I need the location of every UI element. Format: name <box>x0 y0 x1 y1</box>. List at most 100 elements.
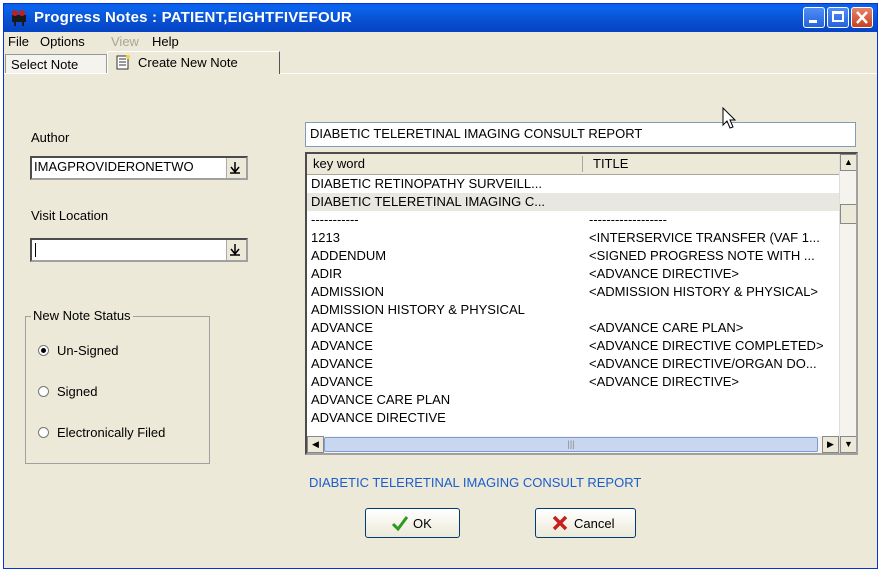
list-item[interactable]: DIABETIC TELERETINAL IMAGING C... <box>307 193 839 211</box>
minimize-icon <box>809 20 817 23</box>
scroll-down-button[interactable]: ▼ <box>840 436 856 453</box>
cancel-button-label: Cancel <box>574 516 615 531</box>
tab-strip: Select Note Create New Note <box>4 51 877 74</box>
cancel-button[interactable]: Cancel <box>535 508 636 538</box>
list-item[interactable]: ADVANCE <ADVANCE CARE PLAN> <box>307 319 839 337</box>
menu-view[interactable]: View <box>111 34 139 49</box>
scroll-right-button[interactable]: ▶ <box>822 436 839 453</box>
down-arrow-icon <box>230 162 240 174</box>
film-camera-icon <box>12 10 26 26</box>
selected-title-label: DIABETIC TELERETINAL IMAGING CONSULT REP… <box>309 475 642 490</box>
notepad-icon <box>116 55 130 70</box>
radio-indicator <box>38 345 49 356</box>
scroll-up-button[interactable]: ▲ <box>840 154 856 171</box>
title-search-input[interactable]: DIABETIC TELERETINAL IMAGING CONSULT REP… <box>305 122 856 147</box>
list-item[interactable]: ADMISSION HISTORY & PHYSICAL <box>307 301 839 319</box>
tab-select-note[interactable]: Select Note <box>5 54 107 73</box>
down-arrow-icon <box>230 244 240 256</box>
list-item-title: <ADMISSION HISTORY & PHYSICAL> <box>589 284 819 299</box>
list-item-keyword: ADVANCE DIRECTIVE <box>311 410 446 425</box>
list-item[interactable]: ADVANCE DIRECTIVE <box>307 409 839 427</box>
create-note-panel: Author IMAGPROVIDERONETWO Visit Location… <box>4 73 877 568</box>
author-combo[interactable]: IMAGPROVIDERONETWO <box>30 156 248 180</box>
menu-file[interactable]: File <box>8 34 29 49</box>
radio-label: Signed <box>57 384 98 399</box>
menu-options[interactable]: Options <box>40 34 85 49</box>
list-item-title: <ADVANCE DIRECTIVE> <box>589 266 740 281</box>
list-item-keyword: ADVANCE CARE PLAN <box>311 392 451 407</box>
close-icon <box>856 11 868 24</box>
horizontal-scrollbar[interactable]: ◀ ||| ▶ <box>307 436 839 453</box>
text-cursor <box>35 243 36 257</box>
list-item-keyword: ADMISSION <box>311 284 384 299</box>
window-title: Progress Notes : PATIENT,EIGHTFIVEFOUR <box>34 9 352 26</box>
radio-indicator <box>38 386 49 397</box>
visit-location-label: Visit Location <box>31 208 109 223</box>
list-item-keyword: DIABETIC RETINOPATHY SURVEILL... <box>311 176 542 191</box>
author-value: IMAGPROVIDERONETWO <box>34 159 194 174</box>
list-item-keyword: DIABETIC TELERETINAL IMAGING C... <box>311 194 546 209</box>
list-rows: DIABETIC RETINOPATHY SURVEILL... DIABETIC… <box>307 175 839 427</box>
list-item-title: <SIGNED PROGRESS NOTE WITH ... <box>589 248 815 263</box>
list-item-title: <ADVANCE DIRECTIVE> <box>589 374 740 389</box>
list-item[interactable]: ADVANCE CARE PLAN <box>307 391 839 409</box>
minimize-button[interactable] <box>803 7 825 28</box>
list-item[interactable]: 1213 <INTERSERVICE TRANSFER (VAF 1... <box>307 229 839 247</box>
scroll-left-button[interactable]: ◀ <box>307 436 324 453</box>
column-header-keyword[interactable]: key word <box>313 156 365 171</box>
mouse-pointer-icon <box>722 107 737 129</box>
list-item[interactable]: ADMISSION <ADMISSION HISTORY & PHYSICAL> <box>307 283 839 301</box>
list-header: key word TITLE <box>307 154 839 175</box>
author-dropdown-button[interactable] <box>226 158 246 178</box>
maximize-icon <box>832 11 844 22</box>
list-item[interactable]: ADDENDUM <SIGNED PROGRESS NOTE WITH ... <box>307 247 839 265</box>
horizontal-scroll-thumb[interactable]: ||| <box>324 437 818 452</box>
new-note-status-group: New Note Status Un-Signed Signed Electro… <box>25 308 210 464</box>
list-item-keyword: ADVANCE <box>311 356 373 371</box>
list-item[interactable]: ----------- ------------------ <box>307 211 839 229</box>
tab-create-new-note-label: Create New Note <box>138 55 238 70</box>
radio-un-signed[interactable]: Un-Signed <box>38 343 118 358</box>
new-note-status-legend: New Note Status <box>31 308 133 323</box>
list-item-keyword: ADVANCE <box>311 338 373 353</box>
column-divider[interactable] <box>582 156 583 172</box>
close-button[interactable] <box>851 7 873 28</box>
list-item-keyword: ADVANCE <box>311 374 373 389</box>
radio-label: Un-Signed <box>57 343 119 358</box>
ok-button-label: OK <box>413 516 432 531</box>
visit-location-combo[interactable] <box>30 238 248 262</box>
radio-indicator <box>38 427 49 438</box>
list-item[interactable]: ADIR <ADVANCE DIRECTIVE> <box>307 265 839 283</box>
radio-label: Electronically Filed <box>57 425 166 440</box>
list-item-keyword: ADVANCE <box>311 320 373 335</box>
list-item-title: <ADVANCE DIRECTIVE COMPLETED> <box>589 338 824 353</box>
list-item-keyword: ADIR <box>311 266 343 281</box>
list-item-title: ------------------ <box>589 212 667 227</box>
list-item[interactable]: ADVANCE <ADVANCE DIRECTIVE COMPLETED> <box>307 337 839 355</box>
ok-button[interactable]: OK <box>365 508 460 538</box>
list-item[interactable]: ADVANCE <ADVANCE DIRECTIVE> <box>307 373 839 391</box>
radio-electronically-filed[interactable]: Electronically Filed <box>38 425 165 440</box>
list-item-keyword: 1213 <box>311 230 340 245</box>
list-item-keyword: ADMISSION HISTORY & PHYSICAL <box>311 302 525 317</box>
radio-signed[interactable]: Signed <box>38 384 97 399</box>
visit-location-dropdown-button[interactable] <box>226 240 246 260</box>
note-title-list[interactable]: key word TITLE DIABETIC RETINOPATHY SURV… <box>305 152 858 455</box>
maximize-button[interactable] <box>827 7 849 28</box>
vertical-scrollbar[interactable]: ▲ ▼ <box>839 154 856 453</box>
menu-help[interactable]: Help <box>152 34 179 49</box>
vertical-scroll-thumb[interactable] <box>840 204 856 224</box>
tab-create-new-note[interactable]: Create New Note <box>107 51 280 74</box>
list-item[interactable]: ADVANCE <ADVANCE DIRECTIVE/ORGAN DO... <box>307 355 839 373</box>
checkmark-icon <box>391 516 409 531</box>
list-item-keyword: ----------- <box>311 212 359 227</box>
title-bar[interactable]: Progress Notes : PATIENT,EIGHTFIVEFOUR <box>4 4 877 32</box>
list-item-keyword: ADDENDUM <box>311 248 387 263</box>
tab-select-note-label: Select Note <box>11 57 79 72</box>
list-item-title: <ADVANCE CARE PLAN> <box>589 320 744 335</box>
list-item[interactable]: DIABETIC RETINOPATHY SURVEILL... <box>307 175 839 193</box>
column-header-title[interactable]: TITLE <box>593 156 628 171</box>
author-label: Author <box>31 130 70 145</box>
progress-notes-window: Progress Notes : PATIENT,EIGHTFIVEFOUR F… <box>3 3 878 569</box>
x-mark-icon <box>552 515 568 531</box>
